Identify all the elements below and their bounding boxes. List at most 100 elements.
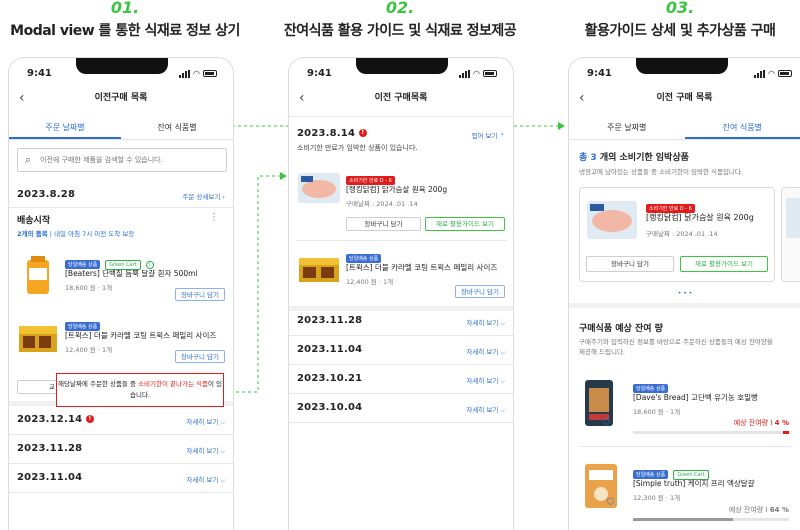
purchase-date: 구매날짜 : 2024 .01 .14 <box>346 200 418 208</box>
product-name: [랭킹닭컴] 닭가슴살 원육 200g <box>646 213 754 222</box>
remaining-label: 예상 잔여량 I 64 % <box>728 506 789 514</box>
status-bar: 9:41 ◠ <box>9 68 233 82</box>
tab-by-remaining[interactable]: 잔여 식품별 <box>121 118 233 139</box>
phone-3: 9:41 ◠ ‹ 이전 구매 목록 주문 날짜별 잔여 식품별 총 3 개의 소… <box>568 57 800 530</box>
detail-toggle[interactable]: 자세히 보기 ⌵ <box>466 375 505 386</box>
detail-toggle[interactable]: 자세히 보기 ⌵ <box>466 404 505 415</box>
order-date: 2023.11.04 <box>17 472 83 483</box>
tab-by-remaining[interactable]: 잔여 식품별 <box>684 118 800 139</box>
add-to-cart-button[interactable]: 장바구니 담기 <box>346 217 421 231</box>
step-2-header: 02. 잔여식품 활용 가이드 및 식재료 정보제공 <box>270 0 530 40</box>
more-vertical-icon[interactable]: ⋮ <box>209 212 219 223</box>
remaining-bar-fill <box>782 431 789 434</box>
detail-toggle[interactable]: 자세히 보기 ⌵ <box>186 474 225 485</box>
tab-bar: 주문 날짜별 잔여 식품별 <box>9 118 233 140</box>
back-icon[interactable]: ‹ <box>19 90 25 106</box>
product-name: [Simple truth] 케이지 프리 액상달걀 <box>633 479 755 488</box>
cart-icon[interactable]: ⛉ <box>607 498 614 508</box>
search-icon: ⌕ <box>25 153 32 166</box>
remaining-label: 예상 잔여량 I 4 % <box>733 419 789 427</box>
carousel-dots[interactable]: • • • <box>569 290 800 297</box>
order-date: 2023.8.14 <box>297 128 356 139</box>
detail-toggle[interactable]: 자세히 보기 ⌵ <box>186 445 225 456</box>
tab-bar: 주문 날짜별 잔여 식품별 <box>569 118 800 140</box>
step-title: 활용가이드 상세 및 추가상품 구매 <box>584 23 776 39</box>
usage-guide-button[interactable]: 재료 활용가이드 보기 <box>425 217 505 231</box>
product-qty: 1개 <box>102 284 113 292</box>
step-number: 02. <box>385 0 415 17</box>
add-to-cart-button[interactable]: 장바구니 담기 <box>586 256 674 272</box>
remaining-section-title: 구매식품 예상 잔여 량 <box>579 324 663 334</box>
status-bar: 9:41 ◠ <box>289 68 513 82</box>
cart-icon[interactable]: ⛉ <box>603 418 610 428</box>
tab-by-date[interactable]: 주문 날짜별 <box>569 118 685 139</box>
order-date: 2023.10.21 <box>297 373 363 384</box>
tab-by-date[interactable]: 주문 날짜별 <box>9 118 121 139</box>
remaining-bar <box>633 518 789 521</box>
signal-icon <box>754 69 766 78</box>
nav-bar: ‹ 이전구매 목록 <box>9 90 233 108</box>
phone-1: 9:41 ◠ ‹ 이전구매 목록 주문 날짜별 잔여 식품별 ⌕ 2023.8.… <box>8 57 234 530</box>
product-image-egg-carton <box>579 460 623 512</box>
product-image-twix <box>297 248 341 288</box>
page-title: 이전 구매 목록 <box>656 93 713 103</box>
remaining-section-sub: 구매주기와 입력하신 정보를 바탕으로 주문하신 상품들의 예상 잔여양을 제공… <box>579 338 773 356</box>
detail-toggle[interactable]: 자세히 보기 ⌵ <box>186 416 225 427</box>
detail-toggle[interactable]: 자세히 보기 ⌵ <box>466 346 505 357</box>
order-detail-link[interactable]: 주문 상세보기 › <box>182 191 225 201</box>
nav-bar: ‹ 이전 구매목록 <box>289 90 513 108</box>
product-price: 12,400 원 <box>65 346 96 354</box>
battery-icon <box>203 70 217 77</box>
status-bar: 9:41 ◠ <box>569 68 800 82</box>
usage-guide-button[interactable]: 재료 활용가이드 보기 <box>680 256 768 272</box>
product-price: 12,400 원 <box>346 278 377 286</box>
product-image-egg <box>19 254 57 298</box>
nav-bar: ‹ 이전 구매 목록 <box>569 90 800 108</box>
remaining-bar-fill <box>633 518 733 521</box>
chevron-down-icon: ⌵ <box>500 320 505 327</box>
add-to-cart-button[interactable]: 장바구니 담기 <box>455 285 505 298</box>
order-date: 2023.12.14 <box>17 414 83 425</box>
order-date: 2023.8.28 <box>17 189 76 200</box>
product-qty: 1개 <box>670 408 681 416</box>
fold-toggle[interactable]: 접어 보기 ⌃ <box>471 130 505 140</box>
page-title: 이전구매 목록 <box>94 93 148 103</box>
status-time: 9:41 <box>307 68 332 79</box>
step-3-header: 03. 활용가이드 상세 및 추가상품 구매 <box>560 0 800 40</box>
order-date: 2023.10.04 <box>297 402 363 413</box>
section-heading: 총 3 개의 소비기한 임박상품 <box>579 153 689 163</box>
wifi-icon: ◠ <box>193 69 200 78</box>
product-price: 18,600 원 <box>633 408 664 416</box>
product-image-chicken <box>586 198 638 242</box>
product-name: [트윅스] 더블 카라멜 코팅 트윅스 페밀리 사이즈 <box>346 263 498 272</box>
chevron-down-icon: ⌵ <box>500 349 505 356</box>
product-name: [Beaters] 단백질 듬뿍 달걀 흰자 500ml <box>65 269 198 278</box>
wifi-icon: ◠ <box>768 69 775 78</box>
status-time: 9:41 <box>27 68 52 79</box>
next-card-peek[interactable] <box>781 187 800 282</box>
chevron-down-icon: ⌵ <box>220 448 225 455</box>
step-1-header: 01. Modal view 를 통한 식재료 정보 상기 <box>0 0 250 40</box>
battery-icon <box>483 70 497 77</box>
back-icon[interactable]: ‹ <box>299 90 305 106</box>
product-qty: 1개 <box>670 494 681 502</box>
order-date: 2023.11.28 <box>297 315 363 326</box>
expiry-card[interactable]: 소비기한 만료 D - 6 [랭킹닭컴] 닭가슴살 원육 200g 구매날짜 :… <box>579 187 775 282</box>
chevron-down-icon: ⌵ <box>220 419 225 426</box>
product-image-chicken <box>297 170 341 206</box>
page-title: 이전 구매목록 <box>374 93 428 103</box>
alert-icon[interactable]: ! <box>358 129 367 137</box>
search-input[interactable] <box>40 152 220 168</box>
step-number: 01. <box>110 0 140 17</box>
step-number: 03. <box>665 0 695 17</box>
add-to-cart-button[interactable]: 장바구니 담기 <box>175 288 225 301</box>
add-to-cart-button[interactable]: 장바구니 담기 <box>175 350 225 363</box>
chevron-down-icon: ⌵ <box>220 477 225 484</box>
product-name: [트윅스] 더블 카라멜 코팅 트윅스 페밀리 사이즈 <box>65 331 217 340</box>
search-box[interactable]: ⌕ <box>17 148 227 172</box>
back-icon[interactable]: ‹ <box>579 90 585 106</box>
product-qty: 1개 <box>383 278 394 286</box>
detail-toggle[interactable]: 자세히 보기 ⌵ <box>466 317 505 328</box>
product-image-bread <box>579 376 619 430</box>
alert-icon[interactable]: ! <box>85 415 94 423</box>
